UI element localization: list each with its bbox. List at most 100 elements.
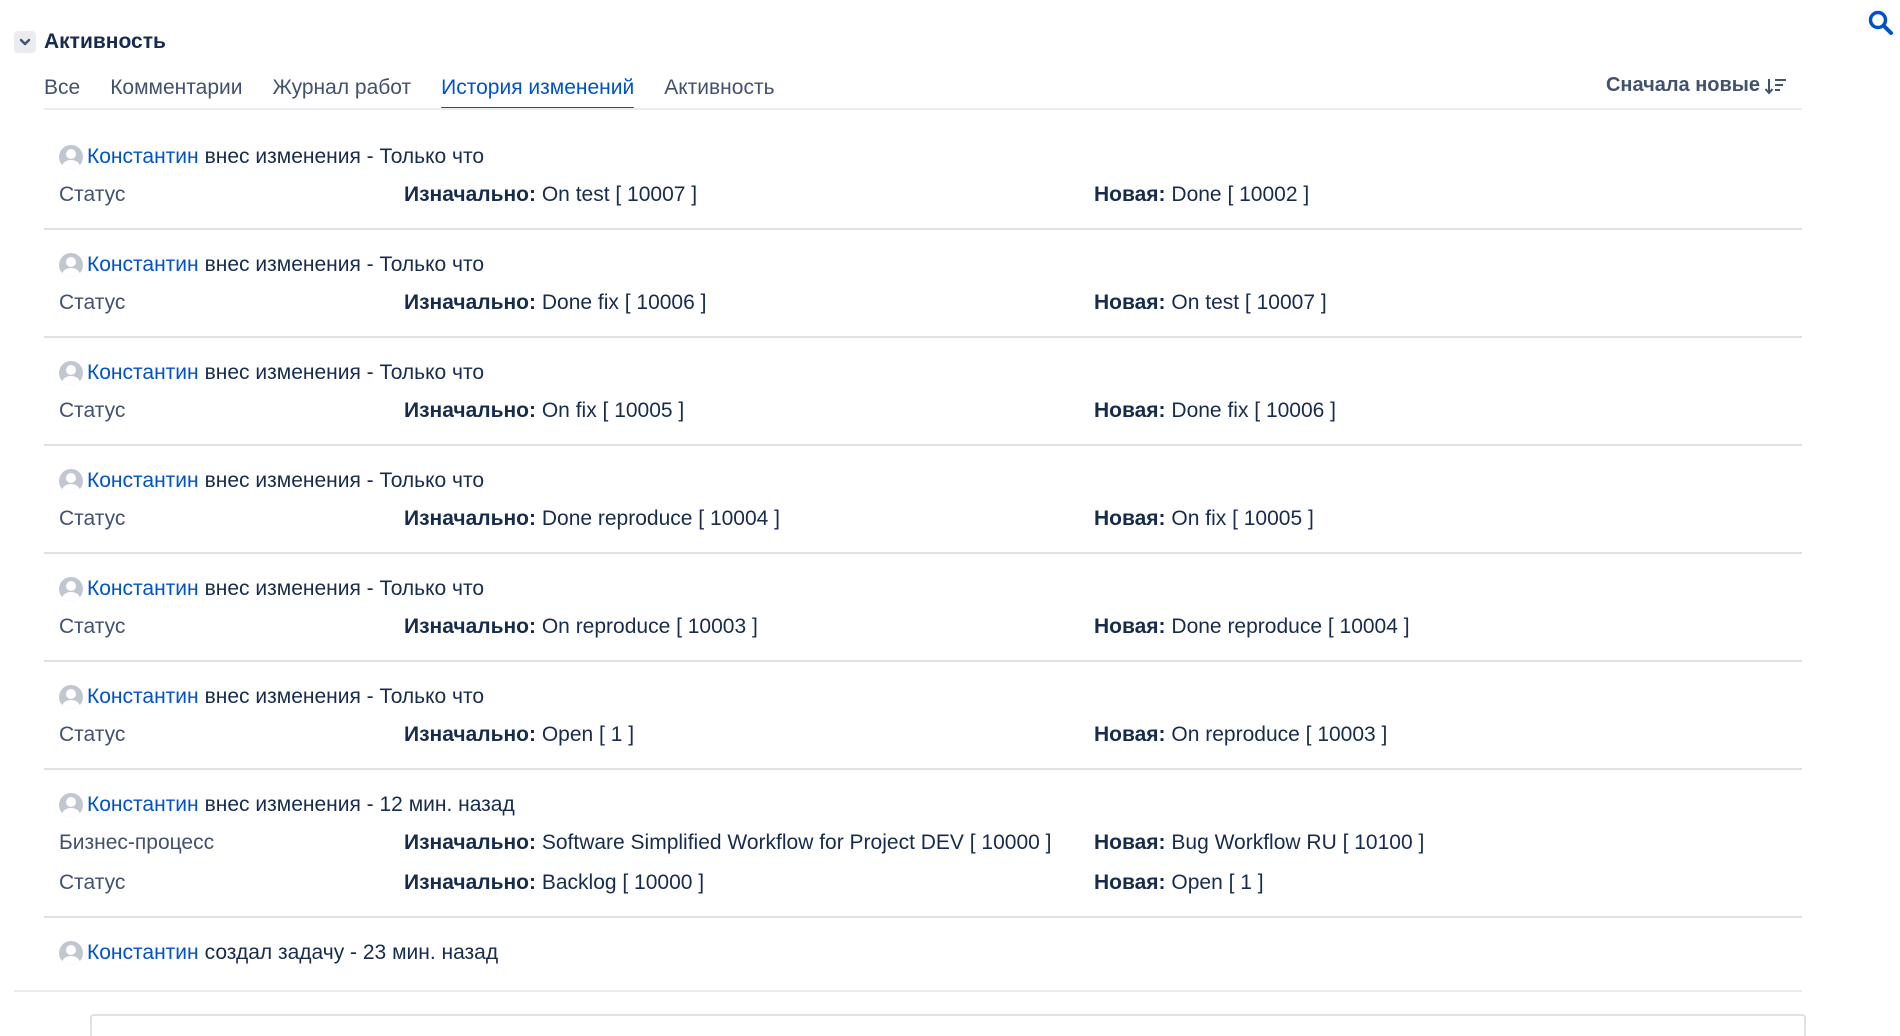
entry-header: Константин внес изменения - Только что [44, 252, 1802, 278]
avatar[interactable] [59, 941, 83, 965]
new-value: Новая: Done fix [ 10006 ] [1094, 396, 1802, 426]
entry-action-text: внес изменения - 12 мин. назад [204, 793, 515, 816]
entry-header: Константин внес изменения - Только что [44, 468, 1802, 494]
user-link[interactable]: Константин [87, 577, 199, 601]
new-value-text: On reproduce [ 10003 ] [1171, 723, 1388, 746]
history-entry: Константин внес изменения - 12 мин. назад… [44, 770, 1802, 918]
original-value: Изначально: Software Simplified Workflow… [404, 828, 1094, 858]
entry-header: Константин внес изменения - Только что [44, 144, 1802, 170]
avatar[interactable] [59, 469, 83, 493]
change-row: Статус Изначально: Backlog [ 10000 ] Новая… [44, 868, 1802, 898]
history-entry: Константин внес изменения - Только что Ста… [44, 122, 1802, 230]
new-label: Новая: [1094, 831, 1166, 854]
tabs-divider [44, 108, 1802, 110]
entry-action-text: создал задачу - 23 мин. назад [204, 941, 499, 964]
original-value-text: Backlog [ 10000 ] [541, 871, 705, 894]
user-link[interactable]: Константин [87, 145, 199, 169]
section-bottom-divider [14, 990, 1802, 992]
entry-action-text: внес изменения - Только что [204, 361, 485, 384]
activity-section-header: Активность [14, 28, 166, 56]
tab-activity[interactable]: Активность [664, 70, 774, 106]
original-value-text: On fix [ 10005 ] [541, 399, 685, 422]
field-name: Статус [59, 723, 126, 746]
new-value: Новая: Done reproduce [ 10004 ] [1094, 612, 1802, 642]
original-value-text: Done fix [ 10006 ] [541, 291, 707, 314]
field-name: Статус [59, 291, 126, 314]
user-link[interactable]: Константин [87, 941, 199, 965]
field-name: Статус [59, 871, 126, 894]
entry-header: Константин внес изменения - Только что [44, 576, 1802, 602]
original-value-text: Done reproduce [ 10004 ] [541, 507, 781, 530]
user-link[interactable]: Константин [87, 253, 199, 277]
new-value: Новая: Open [ 1 ] [1094, 868, 1802, 898]
new-label: Новая: [1094, 507, 1166, 530]
tab-comments[interactable]: Комментарии [110, 70, 242, 106]
activity-tabs: Все Комментарии Журнал работ История изм… [44, 70, 805, 112]
change-row: Статус Изначально: On test [ 10007 ] Новая… [44, 180, 1802, 210]
original-value-text: On test [ 10007 ] [541, 183, 698, 206]
new-label: Новая: [1094, 399, 1166, 422]
new-value: Новая: Done [ 10002 ] [1094, 180, 1802, 210]
avatar[interactable] [59, 685, 83, 709]
new-value-text: Bug Workflow RU [ 10100 ] [1171, 831, 1425, 854]
user-link[interactable]: Константин [87, 469, 199, 493]
original-value: Изначально: On reproduce [ 10003 ] [404, 612, 1094, 642]
user-link[interactable]: Константин [87, 361, 199, 385]
new-value-text: Done [ 10002 ] [1171, 183, 1310, 206]
field-name: Бизнес-процесс [59, 831, 215, 854]
collapse-toggle-button[interactable] [14, 31, 36, 53]
section-title: Активность [44, 30, 166, 53]
tab-worklog[interactable]: Журнал работ [272, 70, 411, 106]
original-label: Изначально: [404, 291, 536, 314]
original-value: Изначально: Backlog [ 10000 ] [404, 868, 1094, 898]
history-entry: Константин внес изменения - Только что Ста… [44, 230, 1802, 338]
original-value: Изначально: On test [ 10007 ] [404, 180, 1094, 210]
history-list: Константин внес изменения - Только что Ста… [44, 122, 1802, 984]
new-value: Новая: On fix [ 10005 ] [1094, 504, 1802, 534]
tab-all[interactable]: Все [44, 70, 80, 106]
new-value: Новая: On test [ 10007 ] [1094, 288, 1802, 318]
original-label: Изначально: [404, 831, 536, 854]
avatar[interactable] [59, 145, 83, 169]
entry-header: Константин внес изменения - Только что [44, 684, 1802, 710]
entry-action-text: внес изменения - Только что [204, 577, 485, 600]
comment-input-box[interactable] [90, 1014, 1806, 1036]
original-label: Изначально: [404, 723, 536, 746]
search-icon[interactable] [1866, 8, 1896, 38]
field-name: Статус [59, 399, 126, 422]
entry-header: Константин создал задачу - 23 мин. назад [44, 940, 1802, 966]
original-label: Изначально: [404, 183, 536, 206]
original-label: Изначально: [404, 615, 536, 638]
sort-descending-icon [1764, 78, 1786, 95]
avatar[interactable] [59, 793, 83, 817]
entry-action-text: внес изменения - Только что [204, 685, 485, 708]
new-label: Новая: [1094, 871, 1166, 894]
original-label: Изначально: [404, 399, 536, 422]
history-entry: Константин внес изменения - Только что Ста… [44, 338, 1802, 446]
history-entry: Константин создал задачу - 23 мин. назад [44, 918, 1802, 984]
entry-action-text: внес изменения - Только что [204, 253, 485, 276]
change-row: Статус Изначально: On reproduce [ 10003 ]… [44, 612, 1802, 642]
field-name: Статус [59, 183, 126, 206]
original-value: Изначально: On fix [ 10005 ] [404, 396, 1094, 426]
history-entry: Константин внес изменения - Только что Ста… [44, 446, 1802, 554]
history-entry: Константин внес изменения - Только что Ста… [44, 662, 1802, 770]
user-link[interactable]: Константин [87, 793, 199, 817]
user-link[interactable]: Константин [87, 685, 199, 709]
avatar[interactable] [59, 361, 83, 385]
original-label: Изначально: [404, 871, 536, 894]
entry-action-text: внес изменения - Только что [204, 145, 485, 168]
new-value-text: Done reproduce [ 10004 ] [1171, 615, 1410, 638]
change-row: Статус Изначально: On fix [ 10005 ] Новая:… [44, 396, 1802, 426]
sort-order-button[interactable]: Сначала новые [1606, 74, 1788, 97]
sort-order-label: Сначала новые [1605, 74, 1760, 96]
original-value: Изначально: Open [ 1 ] [404, 720, 1094, 750]
avatar[interactable] [59, 253, 83, 277]
avatar[interactable] [59, 577, 83, 601]
change-row: Статус Изначально: Done reproduce [ 10004… [44, 504, 1802, 534]
field-name: Статус [59, 615, 126, 638]
tab-history[interactable]: История изменений [441, 70, 635, 110]
change-row: Статус Изначально: Done fix [ 10006 ] Нова… [44, 288, 1802, 318]
history-entry: Константин внес изменения - Только что Ста… [44, 554, 1802, 662]
change-row: Бизнес-процесс Изначально: Software Simpl… [44, 828, 1802, 858]
